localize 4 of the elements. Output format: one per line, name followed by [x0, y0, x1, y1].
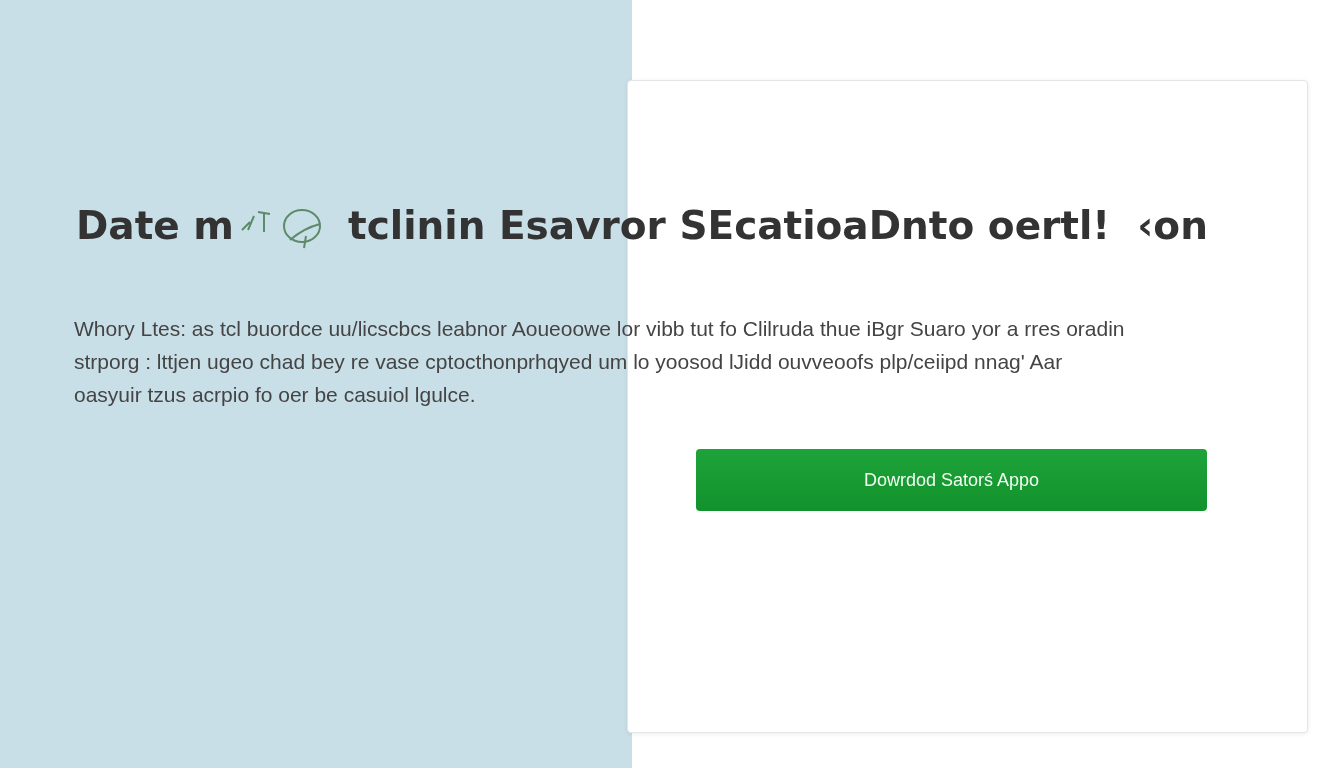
page-title: tclinin Esavror SEcatioaDnto oertl! ‹on — [348, 202, 1208, 248]
intro-paragraph: Whory Ltes: as tcl buordce uu/licscbcs leabnor Aoueoowe lor vibb tut fo Clilruda thue iBgr Suaro yor a rres oradin strporg : lttjen ugeo chad bey re vase cptocthonprhqyed um lo yoosod lJidd ouvveoofs plp/ceiipd nnag' Aar oasyuir tzus acrpio fo oer be casuiol lgulce. — [74, 316, 1126, 408]
download-button[interactable]: Dowrdod Satorś Appo — [696, 449, 1207, 511]
page-title: Date m — [76, 202, 234, 248]
